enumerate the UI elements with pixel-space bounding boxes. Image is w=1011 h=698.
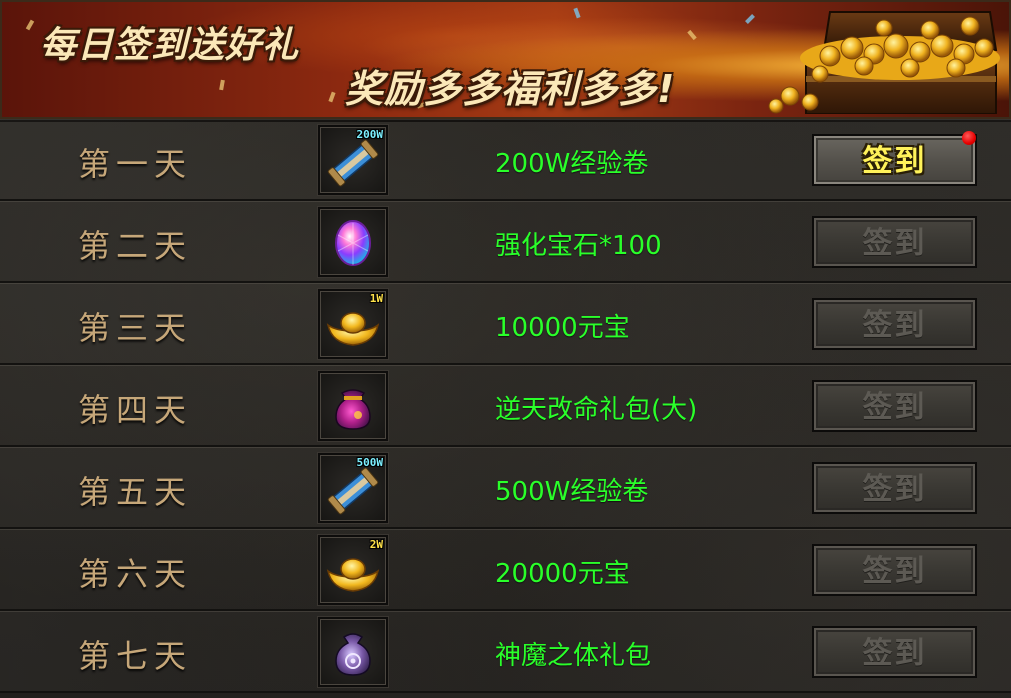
- signin-button[interactable]: 签到: [812, 216, 977, 268]
- daily-signin-panel: 每日签到送好礼 奖励多多福利多多! 第一天 200W 200W经验卷 签到 第二…: [0, 0, 1011, 698]
- item-slot[interactable]: [318, 617, 388, 687]
- reward-name: 500W经验卷: [495, 477, 649, 507]
- gift-bag-icon: [335, 389, 371, 430]
- confetti-decoration: [328, 91, 336, 103]
- item-slot[interactable]: 1W: [318, 289, 388, 359]
- banner-subtitle: 奖励多多福利多多!: [345, 67, 676, 111]
- reward-name: 神魔之体礼包: [495, 641, 652, 671]
- reward-name: 200W经验卷: [495, 149, 649, 179]
- reward-list: 第一天 200W 200W经验卷 签到 第二天 强化宝石*100 签到 第三天 …: [0, 119, 1011, 693]
- signin-button[interactable]: 签到: [812, 462, 977, 514]
- day-label: 第六天: [78, 555, 193, 593]
- reward-name: 强化宝石*100: [495, 231, 662, 261]
- signin-button[interactable]: 签到: [812, 131, 977, 186]
- reward-row-day4: 第四天 逆天改命礼包(大) 签到: [0, 365, 1011, 447]
- gem-icon: [335, 220, 371, 266]
- confetti-decoration: [687, 29, 697, 41]
- reward-row-day2: 第二天 强化宝石*100 签到: [0, 201, 1011, 283]
- confetti-decoration: [25, 19, 35, 31]
- reward-row-day7: 第七天 神魔之体礼包 签到: [0, 611, 1011, 693]
- reward-row-day1: 第一天 200W 200W经验卷 签到: [0, 119, 1011, 201]
- confetti-decoration: [745, 14, 755, 24]
- notification-dot: [962, 131, 976, 145]
- signin-button-label: 签到: [862, 226, 927, 261]
- signin-button-label: 签到: [862, 390, 927, 425]
- day-label: 第四天: [78, 391, 193, 429]
- item-slot[interactable]: [318, 207, 388, 277]
- signin-button-label: 签到: [862, 554, 927, 589]
- treasure-chest-icon: [768, 11, 1000, 114]
- day-label: 第一天: [78, 145, 193, 183]
- quantity-badge: 200W: [356, 128, 384, 141]
- signin-button-label: 签到: [862, 308, 927, 343]
- reward-name: 10000元宝: [495, 313, 630, 343]
- item-slot[interactable]: 200W: [318, 125, 388, 195]
- reward-name: 20000元宝: [495, 559, 630, 589]
- item-slot[interactable]: 2W: [318, 535, 388, 605]
- day-label: 第三天: [78, 309, 193, 347]
- reward-row-day3: 第三天 1W 10000元宝 签到: [0, 283, 1011, 365]
- quantity-badge: 500W: [356, 456, 384, 469]
- signin-button[interactable]: 签到: [812, 298, 977, 350]
- signin-button-label: 签到: [862, 636, 927, 671]
- item-slot[interactable]: [318, 371, 388, 441]
- confetti-decoration: [219, 79, 225, 91]
- signin-button[interactable]: 签到: [812, 626, 977, 678]
- day-label: 第五天: [78, 473, 193, 511]
- magic-pouch-icon: [335, 633, 371, 676]
- reward-name: 逆天改命礼包(大): [495, 395, 698, 425]
- signin-button[interactable]: 签到: [812, 380, 977, 432]
- item-slot[interactable]: 500W: [318, 453, 388, 523]
- day-label: 第七天: [78, 637, 193, 675]
- signin-button[interactable]: 签到: [812, 544, 977, 596]
- signin-banner: 每日签到送好礼 奖励多多福利多多!: [0, 0, 1011, 122]
- reward-row-day6: 第六天 2W 20000元宝 签到: [0, 529, 1011, 611]
- quantity-badge: 2W: [369, 538, 383, 551]
- reward-row-day5: 第五天 500W 500W经验卷 签到: [0, 447, 1011, 529]
- confetti-decoration: [573, 7, 581, 19]
- signin-button-label: 签到: [862, 144, 927, 179]
- banner-title: 每日签到送好礼: [40, 25, 300, 66]
- signin-button-label: 签到: [862, 472, 927, 507]
- quantity-badge: 1W: [369, 292, 383, 305]
- day-label: 第二天: [78, 227, 193, 265]
